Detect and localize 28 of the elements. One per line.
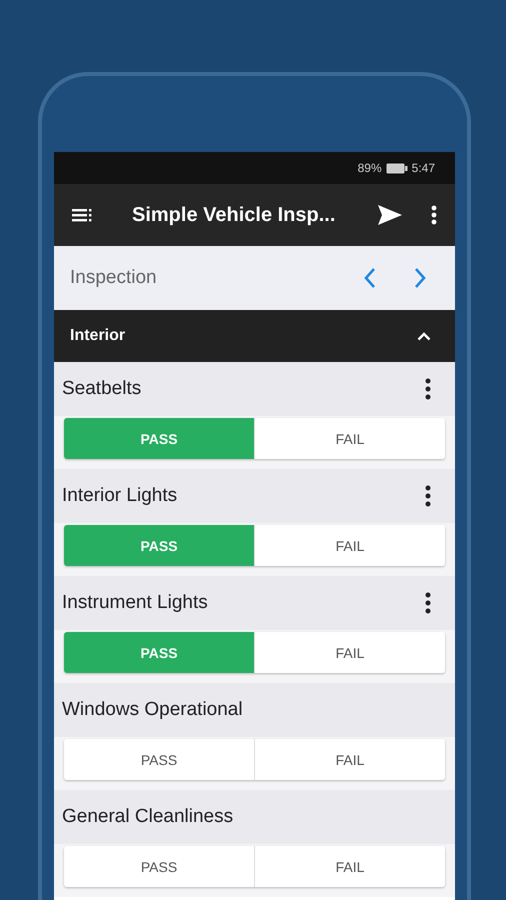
caret-icon[interactable] xyxy=(417,332,431,340)
send-icon[interactable] xyxy=(377,204,403,226)
fail-button[interactable]: FAIL xyxy=(254,525,445,566)
fail-button[interactable]: FAIL xyxy=(254,739,445,780)
section-title: Interior xyxy=(70,327,126,345)
section-header[interactable]: Interior xyxy=(54,310,455,362)
more-icon[interactable] xyxy=(431,205,437,225)
item-name: Windows Operational xyxy=(62,699,244,721)
more-icon[interactable] xyxy=(425,485,431,507)
inspection-label: Inspection xyxy=(70,267,158,289)
previous-icon[interactable] xyxy=(363,267,377,289)
fail-button[interactable]: FAIL xyxy=(254,632,445,673)
pass-button[interactable]: PASS xyxy=(64,846,254,887)
fail-button[interactable]: FAIL xyxy=(254,846,445,887)
item-name: Instrument Lights xyxy=(62,592,209,614)
more-icon[interactable] xyxy=(425,378,431,400)
item-name: Seatbelts xyxy=(62,378,142,400)
clock-time: 5:47 xyxy=(412,161,435,175)
item-name: Interior Lights xyxy=(62,485,178,507)
app-title: Simple Vehicle Insp... xyxy=(132,204,336,226)
next-icon[interactable] xyxy=(413,267,427,289)
more-icon[interactable] xyxy=(425,592,431,614)
pass-button[interactable]: PASS xyxy=(64,739,254,780)
battery-percent: 89% xyxy=(358,161,382,175)
menu-icon[interactable] xyxy=(72,208,94,222)
battery-icon xyxy=(386,162,408,174)
fail-button[interactable]: FAIL xyxy=(254,418,445,459)
item-name: General Cleanliness xyxy=(62,806,234,828)
